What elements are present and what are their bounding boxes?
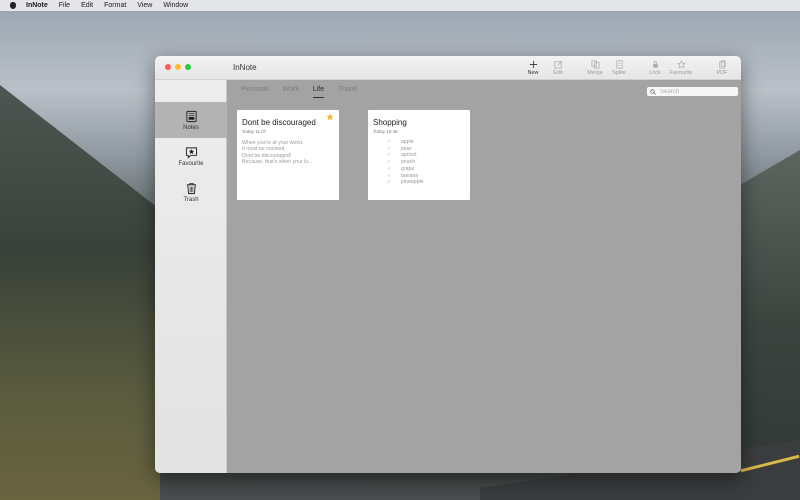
- favourite-note-button[interactable]: Favourite: [667, 59, 695, 79]
- checklist-item: ✓ banana: [387, 172, 419, 179]
- edit-icon: [554, 59, 563, 70]
- sidebar-item-notes[interactable]: Notes: [155, 102, 227, 138]
- tab-personal[interactable]: Personal: [241, 86, 269, 98]
- note-preview-line: Because, that's when your lu...: [242, 159, 313, 166]
- search-box: [647, 87, 738, 96]
- sidebar-item-label: Notes: [183, 124, 199, 131]
- check-icon: ✓: [387, 159, 392, 166]
- search-icon: [650, 88, 656, 95]
- tab-work[interactable]: Work: [283, 86, 299, 98]
- tab-travel[interactable]: Travel: [338, 86, 357, 98]
- split-icon: [615, 59, 624, 70]
- check-icon: ✓: [387, 172, 392, 179]
- favourite-star-icon[interactable]: [326, 113, 334, 121]
- search-input[interactable]: [660, 88, 738, 95]
- checklist-item: ✓ pineapple: [387, 179, 424, 186]
- note-title: Shopping: [373, 118, 407, 127]
- checklist-item: ✓ pear: [387, 145, 412, 152]
- minimize-window-button[interactable]: [175, 64, 181, 70]
- menu-window[interactable]: Window: [163, 2, 188, 9]
- app-window: InNote New Edit Merge Splite Lock Favour…: [155, 56, 741, 473]
- note-card[interactable]: Shopping Today 10:46 ✓ apple ✓ pear ✓ apric…: [368, 110, 470, 200]
- check-icon: ✓: [387, 179, 392, 186]
- checklist: ✓ apple ✓ pear ✓ apricot ✓ peach ✓ grape ✓ ban…: [387, 139, 465, 186]
- note-title: Dont be discouraged: [242, 118, 316, 127]
- check-icon: ✓: [387, 139, 392, 145]
- sidebar-item-label: Favourite: [178, 160, 204, 167]
- window-title: InNote: [233, 63, 257, 72]
- tab-life[interactable]: Life: [312, 86, 325, 98]
- star-outline-icon: [676, 59, 686, 70]
- menu-view[interactable]: View: [137, 2, 152, 9]
- wallpaper-mountain-left: [0, 85, 160, 500]
- checklist-item: ✓ apricot: [387, 152, 417, 159]
- check-icon: ✓: [387, 165, 392, 172]
- sidebar-item-favourite[interactable]: Favourite: [155, 138, 227, 174]
- apple-menu-icon[interactable]: [8, 1, 18, 11]
- note-date: Today 10:46: [373, 129, 398, 134]
- maximize-window-button[interactable]: [185, 64, 191, 70]
- trash-icon: [186, 182, 196, 194]
- merge-icon: [591, 59, 600, 70]
- lock-note-button[interactable]: Lock: [641, 59, 669, 79]
- menu-format[interactable]: Format: [104, 2, 126, 9]
- favourite-icon: [185, 146, 197, 159]
- note-date: Today 11:07: [242, 129, 267, 134]
- category-tabs: Personal Work Life Travel: [241, 86, 371, 98]
- new-note-button[interactable]: New: [519, 59, 547, 79]
- edit-note-button[interactable]: Edit: [544, 59, 572, 79]
- checklist-item: ✓ peach: [387, 159, 416, 166]
- lock-icon: [651, 59, 660, 70]
- checklist-item: ✓ grape: [387, 165, 415, 172]
- plus-icon: [529, 59, 538, 70]
- menu-bar: InNote File Edit Format View Window: [0, 0, 800, 11]
- sidebar-item-label: Trash: [183, 196, 199, 203]
- split-note-button[interactable]: Splite: [605, 59, 633, 79]
- pdf-icon: [718, 59, 727, 70]
- export-pdf-button[interactable]: PDF: [708, 59, 736, 79]
- sidebar-item-trash[interactable]: Trash: [155, 174, 227, 210]
- title-bar: InNote New Edit Merge Splite Lock Favour…: [155, 56, 741, 80]
- note-card[interactable]: Dont be discouraged Today 11:07 When you…: [237, 110, 339, 200]
- menu-app-name[interactable]: InNote: [26, 2, 48, 9]
- close-window-button[interactable]: [165, 64, 171, 70]
- notes-icon: [185, 110, 197, 122]
- note-preview: When you're at your worst, It must be re…: [242, 140, 334, 166]
- check-icon: ✓: [387, 145, 392, 152]
- checklist-item: ✓ apple: [387, 139, 414, 145]
- check-icon: ✓: [387, 152, 392, 159]
- menu-file[interactable]: File: [59, 2, 70, 9]
- sidebar: Notes Favourite Trash: [155, 80, 227, 473]
- menu-edit[interactable]: Edit: [81, 2, 93, 9]
